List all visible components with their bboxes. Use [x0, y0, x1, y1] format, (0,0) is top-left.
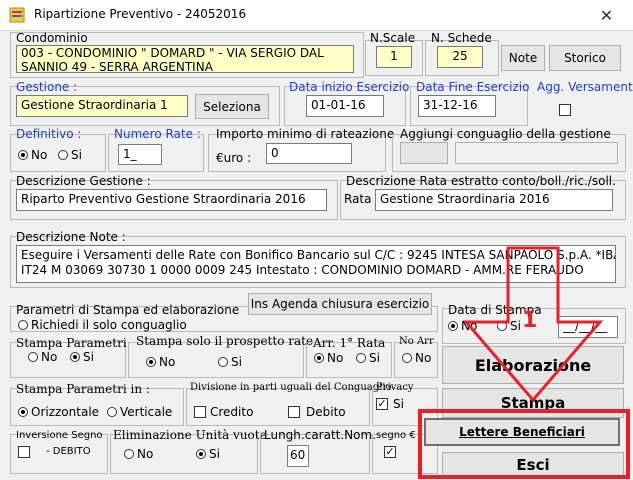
annotation-number: 1 — [522, 308, 538, 333]
annotation-overlay — [418, 246, 630, 479]
red-highlight-box — [418, 409, 630, 479]
